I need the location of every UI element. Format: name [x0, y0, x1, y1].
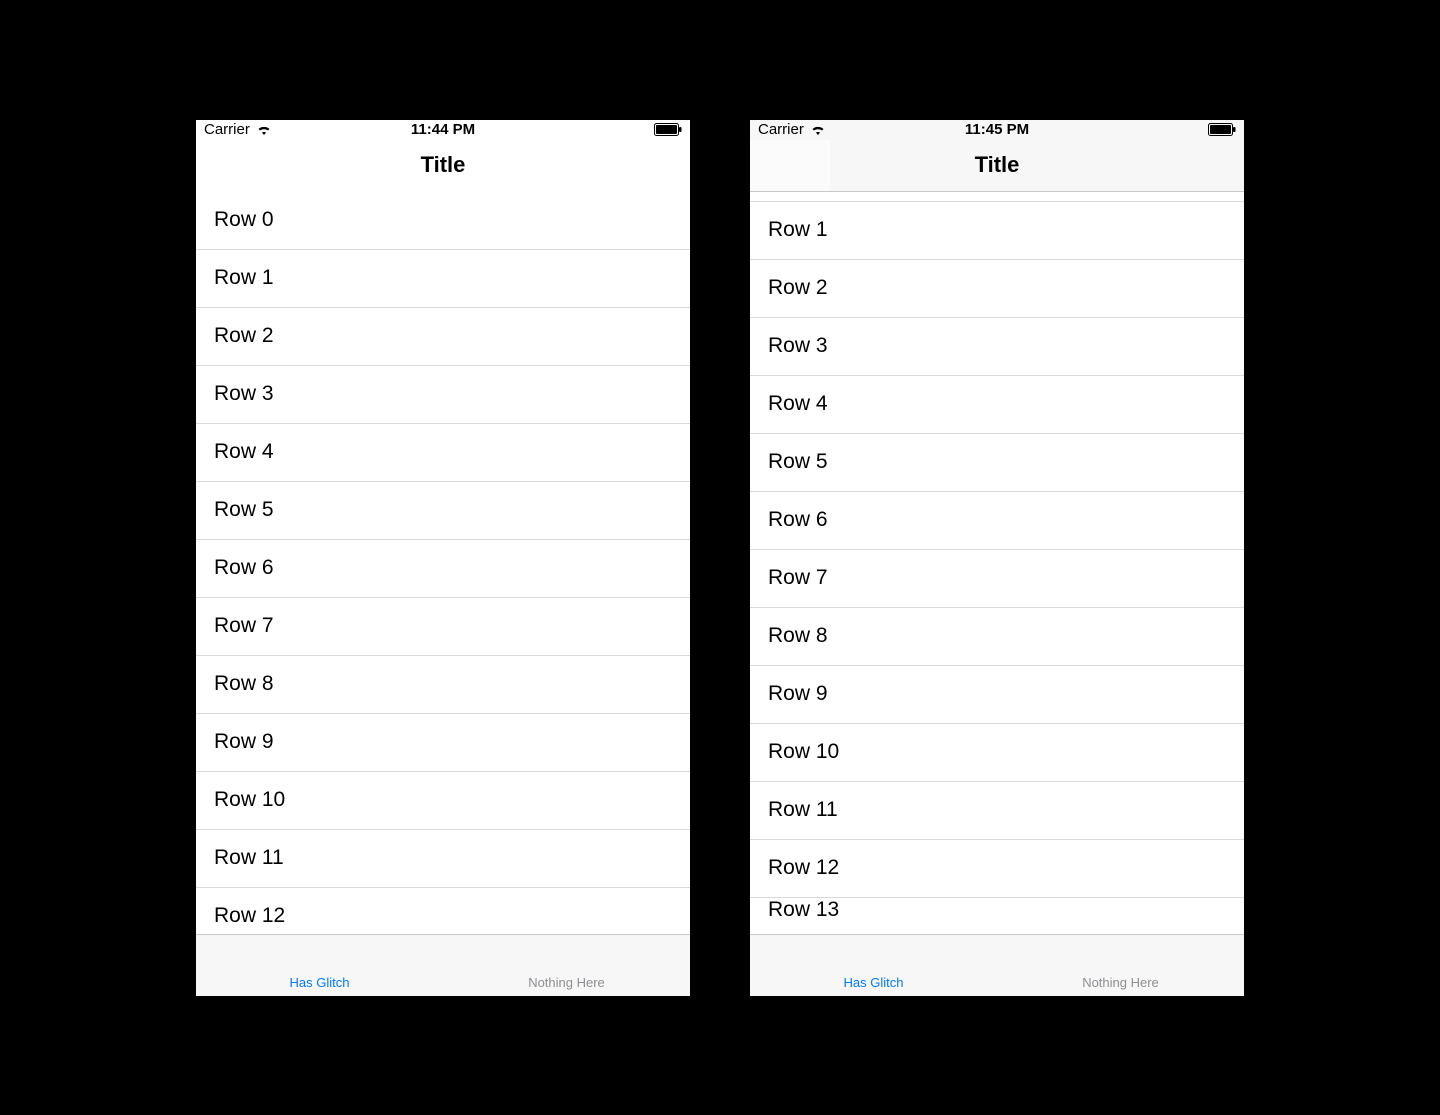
table-view[interactable]: Row 1 Row 2 Row 3 Row 4 Row 5 Row 6 Row …: [750, 192, 1244, 934]
row-label: Row 10: [768, 740, 839, 764]
tab-has-glitch[interactable]: Has Glitch: [196, 935, 443, 996]
tab-nothing-here[interactable]: Nothing Here: [443, 935, 690, 996]
navigation-bar: Title: [750, 140, 1244, 192]
row-label: Row 4: [214, 440, 274, 464]
row-label: Row 4: [768, 392, 828, 416]
table-row[interactable]: Row 5: [750, 434, 1244, 492]
status-left: Carrier: [204, 121, 272, 138]
nav-title: Title: [421, 152, 466, 178]
table-row[interactable]: Row 11: [750, 782, 1244, 840]
table-row[interactable]: Row 10: [196, 772, 690, 830]
table-row[interactable]: Row 10: [750, 724, 1244, 782]
table-row[interactable]: Row 3: [196, 366, 690, 424]
tab-bar: Has Glitch Nothing Here: [750, 934, 1244, 996]
row-label: Row 8: [768, 624, 828, 648]
table-row[interactable]: Row 8: [196, 656, 690, 714]
table-row[interactable]: Row 4: [196, 424, 690, 482]
row-label: Row 6: [214, 556, 274, 580]
tab-label: Has Glitch: [290, 975, 350, 990]
tab-label: Nothing Here: [1082, 975, 1159, 990]
nav-back-area[interactable]: [750, 140, 830, 191]
carrier-label: Carrier: [758, 121, 804, 138]
status-time: 11:45 PM: [965, 121, 1029, 138]
row-label: Row 12: [768, 856, 839, 880]
wifi-icon: [256, 124, 272, 136]
row-label: Row 3: [768, 334, 828, 358]
status-right: [1208, 123, 1236, 136]
status-bar: Carrier 11:45 PM: [750, 120, 1244, 140]
table-row[interactable]: Row 2: [196, 308, 690, 366]
phone-right: Carrier 11:45 PM Title Row 1 Row 2 Row 3…: [750, 120, 1244, 996]
table-view[interactable]: Row 0 Row 1 Row 2 Row 3 Row 4 Row 5 Row …: [196, 192, 690, 934]
row-label: Row 7: [214, 614, 274, 638]
tab-has-glitch[interactable]: Has Glitch: [750, 935, 997, 996]
row-label: Row 12: [214, 904, 285, 928]
table-row[interactable]: Row 12: [750, 840, 1244, 898]
row-label: Row 5: [768, 450, 828, 474]
row-label: Row 13: [768, 898, 839, 920]
carrier-label: Carrier: [204, 121, 250, 138]
tab-bar: Has Glitch Nothing Here: [196, 934, 690, 996]
row-label: Row 9: [768, 682, 828, 706]
status-bar: Carrier 11:44 PM: [196, 120, 690, 140]
table-row[interactable]: Row 1: [750, 202, 1244, 260]
table-row[interactable]: Row 12: [196, 888, 690, 934]
table-row[interactable]: Row 5: [196, 482, 690, 540]
row-label: Row 11: [768, 798, 838, 822]
tab-label: Nothing Here: [528, 975, 605, 990]
table-row[interactable]: Row 7: [196, 598, 690, 656]
table-row[interactable]: Row 6: [196, 540, 690, 598]
phone-left: Carrier 11:44 PM Title Row 0 Row 1 Row 2…: [196, 120, 690, 996]
table-row[interactable]: Row 9: [750, 666, 1244, 724]
row-label: Row 9: [214, 730, 274, 754]
row-label: Row 3: [214, 382, 274, 406]
table-row[interactable]: Row 4: [750, 376, 1244, 434]
status-left: Carrier: [758, 121, 826, 138]
row-label: Row 8: [214, 672, 274, 696]
table-row[interactable]: Row 0: [196, 192, 690, 250]
table-row[interactable]: Row 3: [750, 318, 1244, 376]
table-row-partial[interactable]: [750, 192, 1244, 202]
status-right: [654, 123, 682, 136]
battery-icon: [654, 123, 682, 136]
row-label: Row 2: [768, 276, 828, 300]
table-row[interactable]: Row 1: [196, 250, 690, 308]
tab-label: Has Glitch: [844, 975, 904, 990]
nav-title: Title: [975, 152, 1020, 178]
navigation-bar: Title: [196, 140, 690, 192]
tab-nothing-here[interactable]: Nothing Here: [997, 935, 1244, 996]
status-time: 11:44 PM: [411, 121, 475, 138]
row-label: Row 0: [214, 208, 274, 232]
wifi-icon: [810, 124, 826, 136]
table-row[interactable]: Row 9: [196, 714, 690, 772]
row-label: Row 1: [768, 218, 828, 242]
table-row[interactable]: Row 2: [750, 260, 1244, 318]
row-label: Row 1: [214, 266, 274, 290]
row-label: Row 2: [214, 324, 274, 348]
row-label: Row 11: [214, 846, 284, 870]
table-row[interactable]: Row 6: [750, 492, 1244, 550]
row-label: Row 7: [768, 566, 828, 590]
table-row[interactable]: Row 7: [750, 550, 1244, 608]
table-row[interactable]: Row 11: [196, 830, 690, 888]
row-label: Row 5: [214, 498, 274, 522]
row-label: Row 10: [214, 788, 285, 812]
table-row-partial[interactable]: Row 13: [750, 898, 1244, 920]
row-label: Row 6: [768, 508, 828, 532]
table-row[interactable]: Row 8: [750, 608, 1244, 666]
battery-icon: [1208, 123, 1236, 136]
